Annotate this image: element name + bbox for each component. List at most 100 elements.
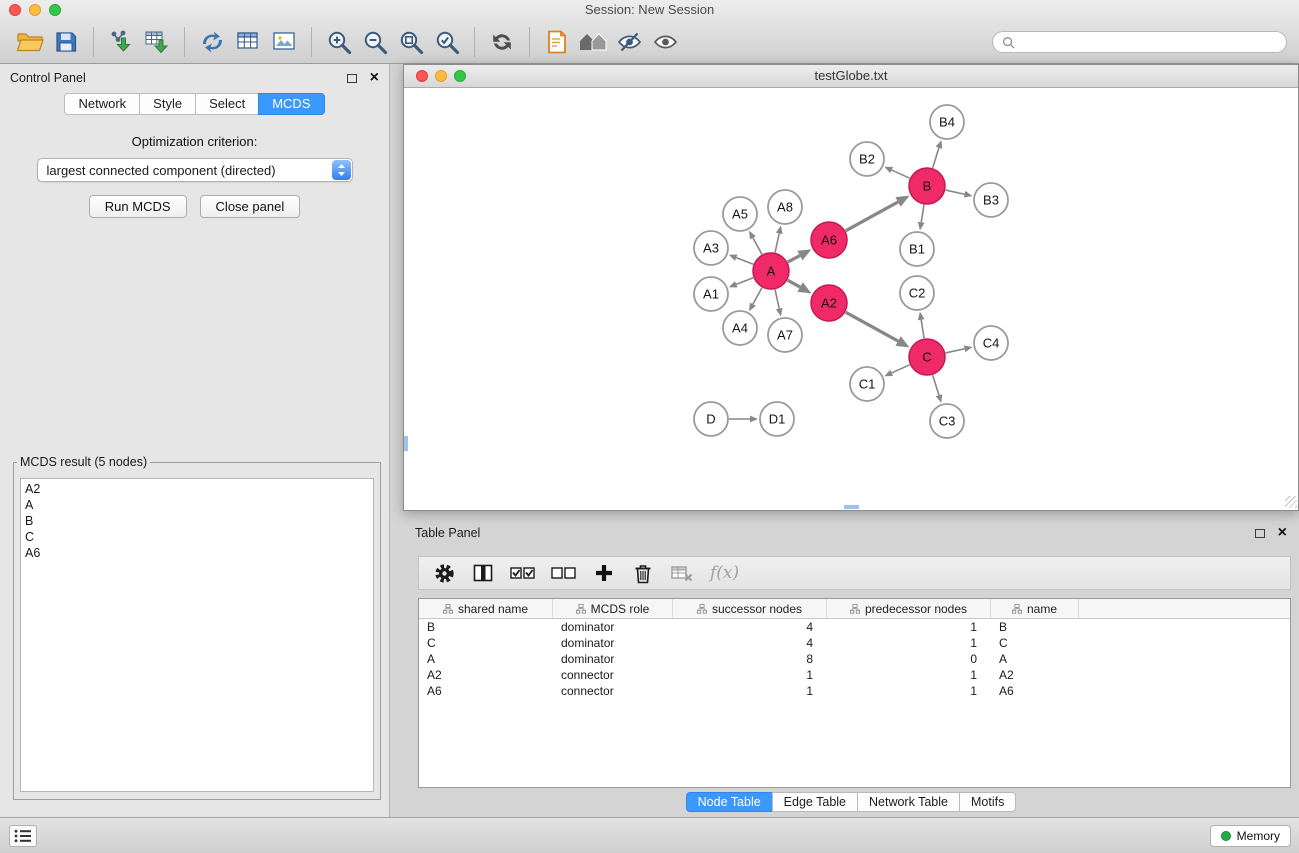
export-table-button[interactable] [230,24,266,60]
refresh-button[interactable] [484,24,520,60]
network-node-A4[interactable]: A4 [723,311,757,345]
control-panel-tab-mcds[interactable]: MCDS [258,93,324,115]
network-node-A1[interactable]: A1 [694,277,728,311]
mcds-result-list[interactable]: A2ABCA6 [20,478,374,792]
network-edge-A-A1[interactable] [729,278,754,288]
run-mcds-button[interactable]: Run MCDS [89,195,187,218]
network-canvas[interactable]: B4 B2 B B3 A8 A5 A6 A3 B1 A A1 C2 A2 A4 A7 C4 C C1 C3 D D1 [404,88,1298,509]
close-panel-icon[interactable]: × [370,70,379,86]
maximize-network-window-button[interactable] [454,70,466,82]
zoom-selected-button[interactable] [429,24,465,60]
column-header-shared-name[interactable]: shared name [419,599,553,618]
network-edge-A-A5[interactable] [749,231,762,255]
float-panel-icon[interactable] [347,74,357,83]
export-image-button[interactable] [266,24,302,60]
network-node-C1[interactable]: C1 [850,367,884,401]
resize-grip[interactable] [1285,496,1297,508]
graphics-details-button[interactable] [611,24,647,60]
column-header-successor-nodes[interactable]: successor nodes [673,599,827,618]
network-edge-C-C2[interactable] [918,312,925,338]
table-row[interactable]: Adominator80A [419,651,1290,667]
network-node-B1[interactable]: B1 [900,232,934,266]
close-panel-button[interactable]: Close panel [200,195,301,218]
zoom-out-button[interactable] [357,24,393,60]
zoom-in-button[interactable] [321,24,357,60]
network-node-C2[interactable]: C2 [900,276,934,310]
delete-column-button[interactable] [631,560,655,586]
optimization-criterion-dropdown[interactable]: largest connected component (directed) [37,158,353,182]
network-node-C4[interactable]: C4 [974,326,1008,360]
network-node-D[interactable]: D [694,402,728,436]
memory-indicator[interactable]: Memory [1210,825,1291,847]
column-header-predecessor-nodes[interactable]: predecessor nodes [827,599,991,618]
close-network-window-button[interactable] [416,70,428,82]
zoom-fit-button[interactable] [393,24,429,60]
network-edge-A2-C[interactable] [846,312,910,347]
mcds-result-item[interactable]: C [25,529,369,545]
network-node-C[interactable]: C [909,339,945,375]
minimize-network-window-button[interactable] [435,70,447,82]
network-node-A3[interactable]: A3 [694,231,728,265]
mcds-result-item[interactable]: A [25,497,369,513]
search-input[interactable] [1020,35,1277,49]
network-node-A5[interactable]: A5 [723,197,757,231]
column-header-MCDS-role[interactable]: MCDS role [553,599,673,618]
save-session-button[interactable] [48,24,84,60]
export-network-button[interactable] [194,24,230,60]
network-node-A[interactable]: A [753,253,789,289]
network-node-B2[interactable]: B2 [850,142,884,176]
table-row[interactable]: Bdominator41B [419,619,1290,635]
mcds-result-item[interactable]: A6 [25,545,369,561]
network-node-D1[interactable]: D1 [760,402,794,436]
table-row[interactable]: Cdominator41C [419,635,1290,651]
network-node-B[interactable]: B [909,168,945,204]
network-edge-B-B1[interactable] [918,205,925,230]
network-graph[interactable]: B4 B2 B B3 A8 A5 A6 A3 B1 A A1 C2 A2 A4 A7 C4 C C1 C3 D D1 [404,88,1298,509]
table-tab-edge-table[interactable]: Edge Table [772,792,858,812]
network-node-A7[interactable]: A7 [768,318,802,352]
network-edge-A-A2[interactable] [788,280,812,293]
control-panel-tab-network[interactable]: Network [64,93,140,115]
network-node-A6[interactable]: A6 [811,222,847,258]
network-edge-D-D1[interactable] [729,416,758,423]
network-edge-A-A6[interactable] [788,249,812,262]
network-edge-C-C3[interactable] [933,375,943,403]
network-edge-A-A7[interactable] [775,290,782,317]
network-edge-B-B2[interactable] [884,167,909,178]
network-node-B3[interactable]: B3 [974,183,1008,217]
select-all-button[interactable] [510,560,536,586]
maximize-window-button[interactable] [49,4,61,16]
import-table-button[interactable] [139,24,175,60]
add-column-button[interactable] [592,560,616,586]
network-node-B4[interactable]: B4 [930,105,964,139]
network-edge-C-C4[interactable] [946,345,973,352]
close-table-panel-icon[interactable]: × [1278,525,1287,541]
overview-button[interactable] [575,24,611,60]
network-node-A2[interactable]: A2 [811,285,847,321]
task-history-button[interactable] [9,825,37,847]
table-tab-network-table[interactable]: Network Table [857,792,960,812]
open-session-button[interactable] [12,24,48,60]
network-edge-C-C1[interactable] [884,365,909,376]
unselect-all-button[interactable] [551,560,577,586]
close-window-button[interactable] [9,4,21,16]
table-row[interactable]: A2connector11A2 [419,667,1290,683]
minimize-window-button[interactable] [29,4,41,16]
control-panel-tab-select[interactable]: Select [195,93,259,115]
horizontal-scroll-thumb[interactable] [844,505,859,509]
import-network-button[interactable] [103,24,139,60]
mcds-result-item[interactable]: B [25,513,369,529]
control-panel-tab-style[interactable]: Style [139,93,196,115]
network-edge-A-A8[interactable] [775,226,782,253]
table-tab-node-table[interactable]: Node Table [686,792,773,812]
network-node-A8[interactable]: A8 [768,190,802,224]
network-node-C3[interactable]: C3 [930,404,964,438]
show-columns-button[interactable] [471,560,495,586]
network-edge-A-A3[interactable] [729,254,754,264]
column-header-name[interactable]: name [991,599,1079,618]
float-table-panel-icon[interactable] [1255,529,1265,538]
function-builder-button[interactable]: f(x) [710,560,739,586]
mcds-result-item[interactable]: A2 [25,481,369,497]
vertical-scroll-thumb[interactable] [404,436,408,451]
show-graphics-button[interactable] [647,24,683,60]
